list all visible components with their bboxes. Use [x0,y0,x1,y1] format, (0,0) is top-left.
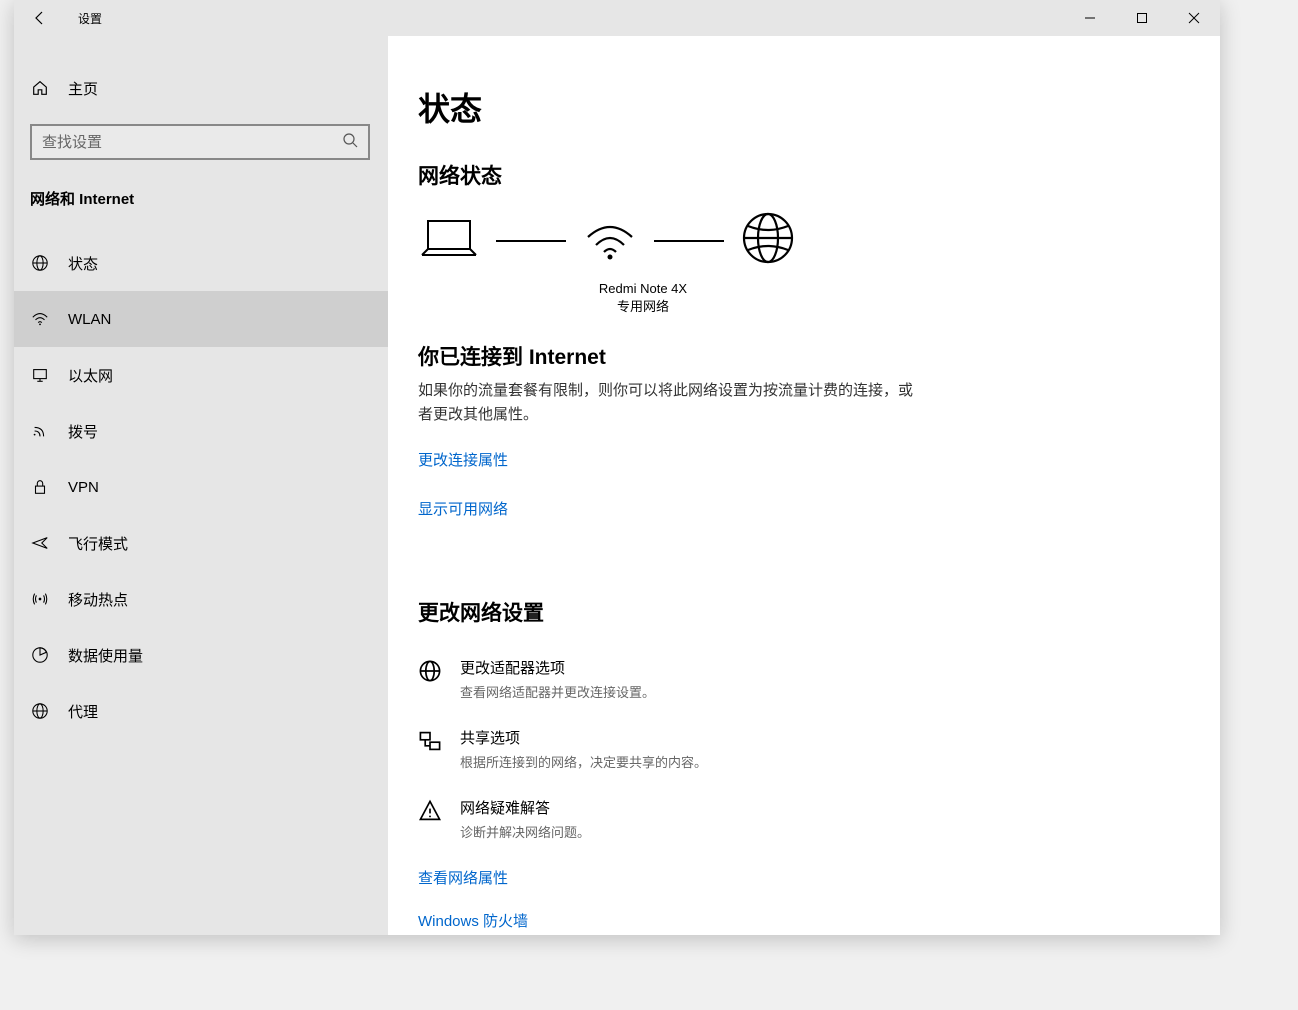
nav-item-vpn[interactable]: VPN [14,459,388,515]
dialup-icon [30,422,50,440]
search-box[interactable] [30,124,370,160]
sidebar: 主页 网络和 Internet 状态 [14,36,388,935]
sidebar-category: 网络和 Internet [14,170,388,219]
option-title: 共享选项 [460,727,707,748]
section-netstatus: 网络状态 [418,160,1220,190]
nav-label: 拨号 [68,421,98,442]
wifi-large-icon [582,215,638,266]
ssid-label: Redmi Note 4X [553,281,733,296]
desktop-background: 设置 主页 [0,0,1298,1010]
home-icon [30,79,50,97]
nav-label: 状态 [68,253,98,274]
nav-item-status[interactable]: 状态 [14,235,388,291]
connection-line [654,240,724,242]
network-diagram [418,210,1220,271]
link-change-connection[interactable]: 更改连接属性 [418,449,508,470]
nav-label: 以太网 [68,365,113,386]
nettype-label: 专用网络 [553,296,733,315]
nav-item-dialup[interactable]: 拨号 [14,403,388,459]
nav-label: 飞行模式 [68,533,128,554]
option-desc: 诊断并解决网络问题。 [460,822,590,841]
link-show-networks[interactable]: 显示可用网络 [418,498,508,519]
option-troubleshoot[interactable]: 网络疑难解答 诊断并解决网络问题。 [418,797,1220,841]
body: 主页 网络和 Internet 状态 [14,36,1220,935]
connection-line [496,240,566,242]
maximize-button[interactable] [1116,0,1168,36]
laptop-icon [418,215,480,266]
sharing-icon [418,729,444,758]
section-change-settings: 更改网络设置 [418,597,1220,627]
globe-icon [30,702,50,720]
sidebar-home-label: 主页 [68,78,98,99]
option-desc: 根据所连接到的网络，决定要共享的内容。 [460,752,707,771]
option-sharing[interactable]: 共享选项 根据所连接到的网络，决定要共享的内容。 [418,727,1220,771]
option-title: 网络疑难解答 [460,797,590,818]
content: 状态 网络状态 Redmi Note 4X [388,36,1220,935]
nav-item-hotspot[interactable]: 移动热点 [14,571,388,627]
nav-item-airplane[interactable]: 飞行模式 [14,515,388,571]
airplane-icon [30,534,50,552]
warning-icon [418,799,444,828]
maximize-icon [1136,12,1148,24]
arrow-left-icon [32,10,48,26]
search-icon [342,132,358,153]
option-desc: 查看网络适配器并更改连接设置。 [460,682,655,701]
vpn-icon [30,478,50,496]
hotspot-icon [30,590,50,608]
window-title: 设置 [78,10,102,27]
back-button[interactable] [14,0,66,36]
link-view-network-props[interactable]: 查看网络属性 [418,867,1220,888]
wifi-icon [30,310,50,328]
minimize-icon [1084,12,1096,24]
close-button[interactable] [1168,0,1220,36]
globe-large-icon [740,210,796,271]
minimize-button[interactable] [1064,0,1116,36]
nav-label: 数据使用量 [68,645,143,666]
nav-item-data-usage[interactable]: 数据使用量 [14,627,388,683]
settings-window: 设置 主页 [14,0,1220,935]
option-title: 更改适配器选项 [460,657,655,678]
ethernet-icon [30,366,50,384]
search-wrap [14,110,388,170]
page-title: 状态 [418,84,1220,130]
pie-chart-icon [30,646,50,664]
search-input[interactable] [42,134,342,151]
nav-label: 代理 [68,701,98,722]
globe-icon [418,659,444,688]
sidebar-home[interactable]: 主页 [14,66,388,110]
option-adapter[interactable]: 更改适配器选项 查看网络适配器并更改连接设置。 [418,657,1220,701]
titlebar: 设置 [14,0,1220,36]
nav-item-ethernet[interactable]: 以太网 [14,347,388,403]
link-windows-firewall[interactable]: Windows 防火墙 [418,910,1220,931]
close-icon [1188,12,1200,24]
network-labels: Redmi Note 4X 专用网络 [553,281,733,315]
nav-item-wlan[interactable]: WLAN [14,291,388,347]
nav-label: VPN [68,479,99,496]
nav-item-proxy[interactable]: 代理 [14,683,388,739]
nav-label: 移动热点 [68,589,128,610]
window-controls [1064,0,1220,36]
nav-list: 状态 WLAN 以太网 拨号 [14,235,388,739]
connected-desc: 如果你的流量套餐有限制，则你可以将此网络设置为按流量计费的连接，或者更改其他属性… [418,379,918,427]
connected-title: 你已连接到 Internet [418,341,1220,371]
nav-label: WLAN [68,311,111,328]
globe-icon [30,254,50,272]
